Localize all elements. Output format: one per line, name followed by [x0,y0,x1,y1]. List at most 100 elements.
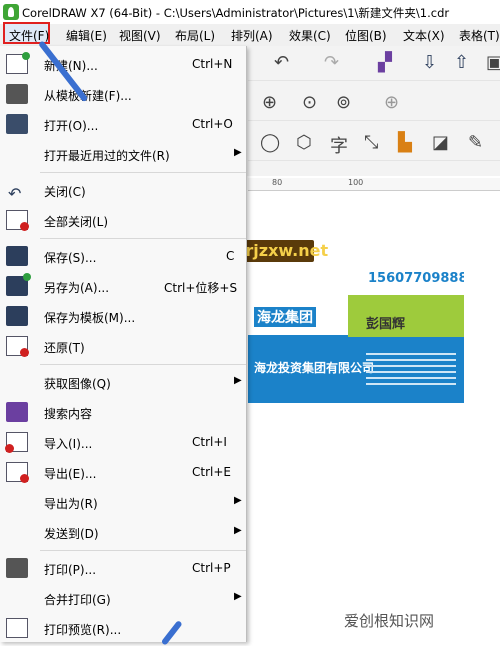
menu-table[interactable]: 表格(T) [459,27,500,44]
menu-item-open-recent[interactable]: 打开最近用过的文件(R) ▶ [0,140,246,168]
search-content-toolbar-icon[interactable]: ▞ [378,52,392,73]
menu-item-search-content[interactable]: 搜索内容 [0,398,246,426]
title-bar: CorelDRAW X7 (64-Bit) - C:\Users\Adminis… [0,0,500,25]
ellipse-tool-icon[interactable]: ◯ [260,132,280,153]
save-template-icon [6,306,28,326]
menu-item-acquire-image[interactable]: 获取图像(Q) ▶ [0,368,246,396]
menu-view[interactable]: 视图(V) [119,27,161,44]
menu-text[interactable]: 文本(X) [403,27,445,44]
menu-item-label: 保存(S)... [44,251,97,265]
revert-icon [6,336,29,357]
undo-icon[interactable]: ↶ [274,52,289,73]
menu-item-label: 还原(T) [44,341,85,355]
card-phone: 15607709888 [368,271,464,286]
menu-item-label: 导出(E)... [44,467,97,481]
footer-watermark: 爱创根知识网 [340,610,439,631]
menu-item-label: 获取图像(Q) [44,377,111,391]
menu-item-revert[interactable]: 还原(T) [0,332,246,360]
redo-icon[interactable]: ↷ [324,52,339,73]
menu-item-label: 搜索内容 [44,407,93,421]
publish-toolbar-icon[interactable]: ▣ [486,52,500,73]
ruler-tick-label: 100 [348,178,364,187]
menu-item-label: 打开最近用过的文件(R) [44,149,170,163]
menu-bar: 文件(F) 编辑(E) 视图(V) 布局(L) 排列(A) 效果(C) 位图(B… [0,22,500,47]
blend-tool-icon[interactable]: ◪ [432,132,449,153]
menu-item-new[interactable]: 新建(N)... Ctrl+N [0,50,246,78]
search-content-icon [6,402,28,422]
connector-tool-icon[interactable]: ▙ [398,132,412,153]
coreldraw-logo-icon [3,4,19,20]
menu-item-label: 另存为(A)... [44,281,110,295]
menu-separator [40,172,246,173]
card-company-name: 海龙投资集团有限公司 [254,361,375,375]
new-from-template-icon [6,84,28,104]
menu-item-shortcut: C [226,249,235,263]
new-document-icon [6,52,30,74]
save-as-icon [6,273,31,296]
menu-item-export-as[interactable]: 导出为(R) ▶ [0,488,246,516]
zoom-fit-icon[interactable]: ⊙ [302,92,317,113]
polygon-tool-icon[interactable]: ⬡ [296,132,312,153]
submenu-arrow-icon: ▶ [234,375,242,386]
menu-item-label: 导出为(R) [44,497,98,511]
dimension-tool-icon[interactable]: ⤡ [364,132,378,153]
menu-item-label: 关闭(C) [44,185,86,199]
print-icon [6,558,28,578]
menu-item-save[interactable]: 保存(S)... C [0,242,246,270]
eyedropper-tool-icon[interactable]: ✎ [468,132,483,153]
menu-item-export[interactable]: 导出(E)... Ctrl+E [0,458,246,486]
menu-item-save-template[interactable]: 保存为模板(M)... [0,302,246,330]
menu-item-shortcut: Ctrl+P [192,561,231,575]
submenu-arrow-icon: ▶ [234,591,242,602]
menu-item-import[interactable]: 导入(I)... Ctrl+I [0,428,246,456]
menu-arrange[interactable]: 排列(A) [231,27,273,44]
zoom-page-icon[interactable]: ⊚ [336,92,351,113]
menu-item-print-preview[interactable]: 打印预览(R)... [0,614,246,642]
menu-item-label: 全部关闭(L) [44,215,109,229]
menu-item-label: 发送到(D) [44,527,99,541]
save-icon [6,246,28,266]
menu-item-print[interactable]: 打印(P)... Ctrl+P [0,554,246,582]
text-tool-icon[interactable]: 字 [330,132,348,158]
menu-item-shortcut: Ctrl+N [192,57,233,71]
menu-effects[interactable]: 效果(C) [289,27,331,44]
menu-item-label: 保存为模板(M)... [44,311,136,325]
menu-separator [40,364,246,365]
menu-item-close-all[interactable]: 全部关闭(L) [0,206,246,234]
menu-item-close[interactable]: ↶ 关闭(C) [0,176,246,204]
import-toolbar-icon[interactable]: ⇩ [422,52,437,73]
business-card-artwork[interactable]: 15607709888 海龙集团 彭国辉 海龙投资集团有限公司 [248,263,464,403]
horizontal-ruler[interactable]: 80 100 [248,178,500,191]
tools-toolbar: ◯ ⬡ 字 ⤡ ▙ ◪ ✎ [248,130,500,161]
ruler-tick-label: 80 [272,178,283,187]
menu-edit[interactable]: 编辑(E) [66,27,107,44]
zoom-toolbar: ⊕ ⊙ ⊚ ⊕ [248,90,500,121]
menu-layout[interactable]: 布局(L) [175,27,215,44]
card-contact-lines [366,349,456,389]
menu-item-open[interactable]: 打开(O)... Ctrl+O [0,110,246,138]
card-person-name: 彭国辉 [366,317,406,332]
menu-item-shortcut: Ctrl+E [192,465,231,479]
menu-item-send-to[interactable]: 发送到(D) ▶ [0,518,246,546]
menu-item-label: 打印(P)... [44,563,97,577]
close-document-icon: ↶ [8,184,22,203]
import-icon [5,432,28,453]
menu-item-label: 合并打印(G) [44,593,111,607]
file-dropdown-menu: 新建(N)... Ctrl+N 从模板新建(F)... 打开(O)... Ctr… [0,46,247,642]
export-toolbar-icon[interactable]: ⇧ [454,52,469,73]
close-all-icon [6,210,29,231]
menu-item-label: 从模板新建(F)... [44,89,132,103]
menu-item-new-from-template[interactable]: 从模板新建(F)... [0,80,246,108]
export-icon [6,462,29,483]
menu-item-label: 打印预览(R)... [44,623,122,637]
menu-bitmaps[interactable]: 位图(B) [345,27,387,44]
window-title: CorelDRAW X7 (64-Bit) - C:\Users\Adminis… [22,6,450,20]
zoom-in-icon[interactable]: ⊕ [262,92,277,113]
menu-item-save-as[interactable]: 另存为(A)... Ctrl+位移+S [0,272,246,300]
menu-item-label: 打开(O)... [44,119,99,133]
submenu-arrow-icon: ▶ [234,495,242,506]
standard-toolbar: ↶ ↷ ▞ ⇩ ⇧ ▣ [248,50,500,81]
menu-item-print-merge[interactable]: 合并打印(G) ▶ [0,584,246,612]
add-icon[interactable]: ⊕ [384,92,399,113]
menu-item-label: 导入(I)... [44,437,93,451]
